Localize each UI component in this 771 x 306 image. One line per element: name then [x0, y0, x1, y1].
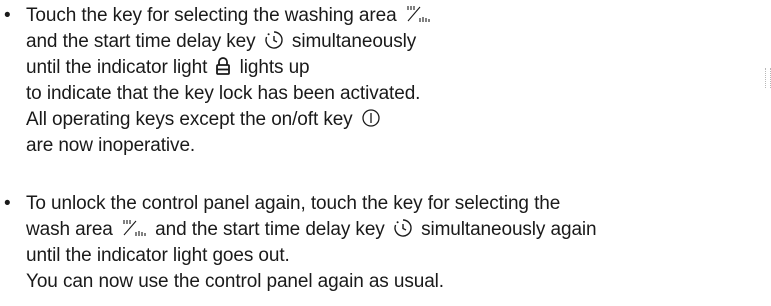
page-edge-mark	[765, 68, 771, 88]
text-segment: wash area	[26, 219, 113, 240]
text-line: To unlock the control panel again, touch…	[26, 191, 597, 217]
text-line: until the indicator light goes out.	[26, 243, 597, 269]
text-segment: are now inoperative.	[26, 135, 196, 156]
bullet: •	[4, 193, 11, 214]
text-segment: until the indicator light goes out.	[26, 245, 290, 266]
instruction-document: • Touch the key for selecting the washin…	[0, 0, 771, 306]
instruction-text: To unlock the control panel again, touch…	[26, 191, 597, 295]
text-segment: You can now use the control panel again …	[26, 271, 444, 292]
text-line: to indicate that the key lock has been a…	[26, 81, 434, 107]
text-line: until the indicator light lights up	[26, 55, 434, 81]
text-line: are now inoperative.	[26, 133, 434, 159]
timer-icon	[393, 218, 413, 238]
text-segment: All operating keys except the on/oft key	[26, 109, 353, 130]
wash-area-icon	[121, 218, 147, 238]
text-segment: simultaneously	[291, 31, 417, 52]
text-segment: and the start time delay key	[26, 31, 256, 52]
text-line: All operating keys except the on/oft key	[26, 107, 434, 133]
bullet: •	[4, 5, 11, 26]
text-line: wash area and the start time delay key s…	[26, 217, 597, 243]
text-line: You can now use the control panel again …	[26, 269, 597, 295]
text-segment: to indicate that the key lock has been a…	[26, 83, 421, 104]
power-icon	[361, 108, 381, 128]
lock-icon	[215, 56, 231, 76]
text-segment: simultaneously again	[421, 219, 597, 240]
instruction-text: Touch the key for selecting the washing …	[26, 3, 434, 159]
text-line: and the start time delay key simultaneou…	[26, 29, 434, 55]
text-segment: Touch the key for selecting the washing …	[26, 5, 397, 26]
wash-area-icon	[405, 4, 431, 24]
timer-icon	[264, 30, 284, 50]
text-segment: and the start time delay key	[155, 219, 385, 240]
text-segment: until the indicator light	[26, 57, 208, 78]
text-segment: To unlock the control panel again, touch…	[26, 193, 561, 214]
text-segment: lights up	[239, 57, 310, 78]
text-line: Touch the key for selecting the washing …	[26, 3, 434, 29]
